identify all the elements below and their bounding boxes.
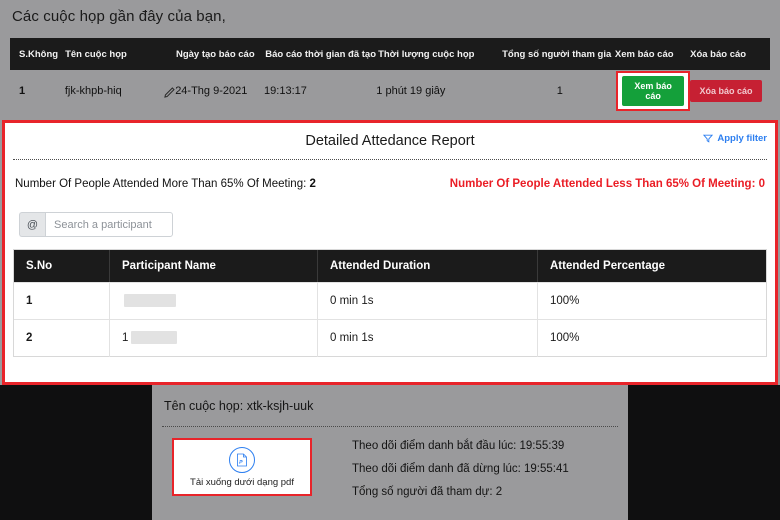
- pencil-icon[interactable]: [163, 86, 176, 99]
- tracking-start-line: Theo dõi điểm danh bắt đầu lúc: 19:55:39: [352, 440, 565, 452]
- search-input[interactable]: [45, 212, 173, 237]
- apply-filter-button[interactable]: Apply filter: [703, 133, 767, 144]
- tracking-stop-line: Theo dõi điểm danh đã dừng lúc: 19:55:41: [352, 463, 569, 475]
- funnel-icon: [703, 134, 714, 143]
- search-group: @: [19, 212, 173, 237]
- column-header-participant-sno: S.No: [14, 250, 110, 282]
- summary-strip: Tên cuộc họp: xtk-ksjh-uuk Tải xuống dướ…: [0, 385, 780, 520]
- column-header-report-date: Ngày tạo báo cáo: [175, 48, 255, 60]
- cell-attended-percentage: 100%: [550, 295, 580, 307]
- meetings-table: S.Không Tên cuộc họp Ngày tạo báo cáo Bá…: [10, 38, 770, 112]
- meeting-name-text: fjk-khpb-hiq: [64, 85, 122, 97]
- summary-details: Theo dõi điểm danh bắt đầu lúc: 19:55:39…: [352, 438, 569, 509]
- participants-table-header: S.No Participant Name Attended Duration …: [14, 250, 766, 282]
- cell-participant-name: [110, 282, 318, 320]
- stat-attended-more: Number Of People Attended More Than 65% …: [15, 178, 316, 190]
- column-header-sno: S.Không: [19, 48, 59, 60]
- page-title: Các cuộc họp gần đây của bạn,: [12, 8, 226, 25]
- cell-total-participants: 1: [556, 85, 563, 97]
- cell-report-time: 19:13:17: [264, 85, 307, 97]
- attendance-stats: Number Of People Attended More Than 65% …: [5, 160, 775, 190]
- participants-table: S.No Participant Name Attended Duration …: [13, 249, 767, 357]
- meeting-summary-panel: Tên cuộc họp: xtk-ksjh-uuk Tải xuống dướ…: [152, 385, 628, 520]
- app-root: Các cuộc họp gần đây của bạn, S.Không Tê…: [0, 0, 780, 520]
- column-header-attended-duration: Attended Duration: [318, 250, 538, 282]
- stat-attended-more-value: 2: [309, 178, 316, 190]
- column-header-delete-report: Xóa báo cáo: [690, 48, 747, 60]
- redacted-name: [131, 330, 178, 344]
- column-header-view-report: Xem báo cáo: [614, 48, 674, 60]
- column-header-participant-name: Participant Name: [110, 250, 318, 282]
- cell-report-date: 24-Thg 9-2021: [175, 85, 248, 97]
- column-header-attended-percentage: Attended Percentage: [550, 260, 666, 272]
- apply-filter-label: Apply filter: [717, 133, 767, 144]
- column-header-meeting-name: Tên cuộc họp: [65, 48, 127, 60]
- report-header: Detailed Attedance Report Apply filter: [5, 123, 775, 159]
- at-sign-icon: @: [19, 212, 45, 237]
- delete-report-button[interactable]: Xóa báo cáo: [690, 80, 762, 102]
- redacted-name: [124, 293, 176, 307]
- table-row: 2 1 0 min 1s 100%: [14, 319, 766, 357]
- download-pdf-label: Tải xuống dưới dạng pdf: [190, 476, 294, 488]
- detailed-attendance-report-panel: Detailed Attedance Report Apply filter N…: [2, 120, 778, 385]
- meetings-table-header: S.Không Tên cuộc họp Ngày tạo báo cáo Bá…: [10, 38, 770, 70]
- view-report-button[interactable]: Xem báo cáo: [621, 76, 685, 106]
- cell-duration: 1 phút 19 giây: [376, 85, 446, 97]
- column-header-total-participants: Tổng số người tham gia: [502, 48, 612, 60]
- cell-attended-duration: 0 min 1s: [318, 319, 538, 357]
- column-header-duration: Thời lượng cuộc họp: [378, 48, 475, 60]
- pdf-file-icon: [229, 446, 255, 473]
- cell-attended-duration: 0 min 1s: [318, 282, 538, 320]
- cell-participant-sno: 2: [14, 319, 110, 357]
- cell-participant-name: 1: [110, 319, 318, 357]
- download-pdf-button[interactable]: Tải xuống dưới dạng pdf: [172, 438, 312, 496]
- stat-attended-more-label: Number Of People Attended More Than 65% …: [15, 178, 307, 190]
- cell-participant-sno: 1: [14, 282, 110, 320]
- table-row: 1 0 min 1s 100%: [14, 282, 766, 320]
- cell-delete-report: Xóa báo cáo: [690, 80, 770, 102]
- participant-search-row: @: [5, 190, 775, 237]
- summary-content: Tải xuống dưới dạng pdf Theo dõi điểm da…: [152, 427, 628, 509]
- column-header-report-time: Báo cáo thời gian đã tạo: [265, 48, 377, 60]
- cell-view-report: Xem báo cáo: [615, 71, 691, 111]
- cell-attended-percentage: 100%: [550, 332, 580, 344]
- summary-meeting-name: Tên cuộc họp: xtk-ksjh-uuk: [164, 399, 314, 413]
- total-attendees-line: Tổng số người đã tham dự: 2: [352, 486, 503, 498]
- stat-attended-less: Number Of People Attended Less Than 65% …: [449, 178, 765, 190]
- report-title: Detailed Attedance Report: [305, 133, 475, 149]
- participant-name-prefix: 1: [122, 331, 129, 344]
- recent-meetings-section: Các cuộc họp gần đây của bạn, S.Không Tê…: [0, 0, 780, 120]
- view-report-highlight: Xem báo cáo: [615, 71, 691, 111]
- cell-sno: 1: [19, 85, 26, 97]
- cell-meeting-name: fjk-khpb-hiq: [64, 85, 176, 99]
- table-row: 1 fjk-khpb-hiq 24-Thg 9-2021 19:13:17 1 …: [10, 70, 770, 112]
